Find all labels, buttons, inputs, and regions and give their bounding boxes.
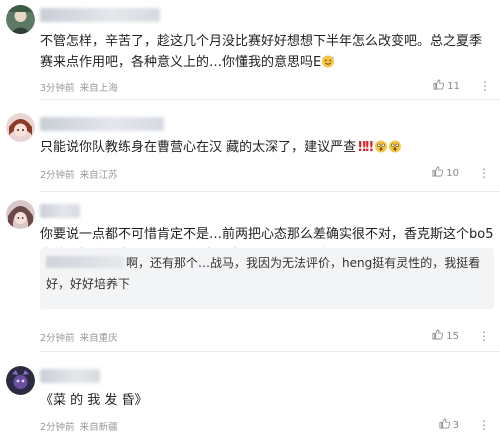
thumbs-up-icon <box>432 329 444 343</box>
like-button[interactable]: 15 ⋮ <box>432 329 490 343</box>
like-count: 11 <box>447 80 460 92</box>
scared-face-emoji-icon <box>374 139 388 153</box>
reply-username-redacted[interactable] <box>46 256 124 268</box>
comment-body: 《菜 的 我 发 昏》 <box>40 393 148 408</box>
comment-meta: 2分钟前 来自江苏 <box>40 167 120 181</box>
scared-face-emoji-icon <box>388 139 402 153</box>
more-icon[interactable]: ⋮ <box>479 79 491 93</box>
timestamp: 3分钟前 <box>40 83 75 94</box>
comment-item: 只能说你队教练身在曹营心在汉 藏的太深了，建议严查 ‼‼ 2分钟前 来自江苏 10… <box>0 100 500 192</box>
thumbs-up-icon <box>439 418 450 432</box>
username-redacted[interactable] <box>40 117 164 131</box>
like-button[interactable]: 10 ⋮ <box>432 166 490 180</box>
location: 来自新疆 <box>79 422 118 433</box>
timestamp: 2分钟前 <box>40 422 75 433</box>
sweat-smile-emoji-icon <box>321 54 335 68</box>
like-count: 15 <box>446 330 459 342</box>
avatar[interactable] <box>6 113 35 142</box>
location: 来自重庆 <box>79 333 118 344</box>
comment-body: 不管怎样，辛苦了，趁这几个月没比赛好好想想下半年怎么改变吧。总之夏季赛来点作用吧… <box>40 34 483 70</box>
reply-text: 啊，还有那个…战马，我因为无法评价，heng挺有灵性的，我挺看好，好好培养下 <box>46 253 488 295</box>
comment-body: 只能说你队教练身在曹营心在汉 藏的太深了，建议严查 <box>40 140 357 155</box>
avatar[interactable] <box>6 200 35 229</box>
comment-text: 不管怎样，辛苦了，趁这几个月没比赛好好想想下半年怎么改变吧。总之夏季赛来点作用吧… <box>40 31 494 73</box>
like-button[interactable]: 11 ⋮ <box>433 79 491 93</box>
reply-box[interactable]: 啊，还有那个…战马，我因为无法评价，heng挺有灵性的，我挺看好，好好培养下 <box>40 248 494 309</box>
comment-item: 《菜 的 我 发 昏》 2分钟前 来自新疆 3 ⋮ <box>0 352 500 440</box>
comment-meta: 2分钟前 来自重庆 <box>40 330 120 344</box>
avatar[interactable] <box>6 5 35 34</box>
more-icon[interactable]: ⋮ <box>478 418 490 432</box>
username-redacted[interactable] <box>40 369 100 383</box>
username-redacted[interactable] <box>40 204 80 218</box>
location: 来自江苏 <box>79 170 118 181</box>
thumbs-up-icon <box>433 79 445 93</box>
comment-meta: 3分钟前 来自上海 <box>40 80 120 94</box>
comment-item: 你要说一点都不可惜肯定不是…前两把心态那么差确实很不对，香克斯这个bo5真的发挥… <box>0 192 500 352</box>
like-button[interactable]: 3 ⋮ <box>439 418 490 432</box>
thumbs-up-icon <box>432 166 444 180</box>
more-icon[interactable]: ⋮ <box>478 166 490 180</box>
avatar[interactable] <box>6 366 35 395</box>
double-exclamation-icon: ‼‼ <box>358 140 373 155</box>
like-count: 3 <box>452 419 459 431</box>
comment-text: 只能说你队教练身在曹营心在汉 藏的太深了，建议严查 ‼‼ <box>40 137 494 158</box>
comment-text: 《菜 的 我 发 昏》 <box>40 390 494 411</box>
username-redacted[interactable] <box>40 8 160 22</box>
comment-meta: 2分钟前 来自新疆 <box>40 419 120 433</box>
location: 来自上海 <box>79 83 118 94</box>
like-count: 10 <box>446 167 459 179</box>
comment-item: 不管怎样，辛苦了，趁这几个月没比赛好好想想下半年怎么改变吧。总之夏季赛来点作用吧… <box>0 0 500 100</box>
timestamp: 2分钟前 <box>40 333 75 344</box>
timestamp: 2分钟前 <box>40 170 75 181</box>
more-icon[interactable]: ⋮ <box>478 329 490 343</box>
